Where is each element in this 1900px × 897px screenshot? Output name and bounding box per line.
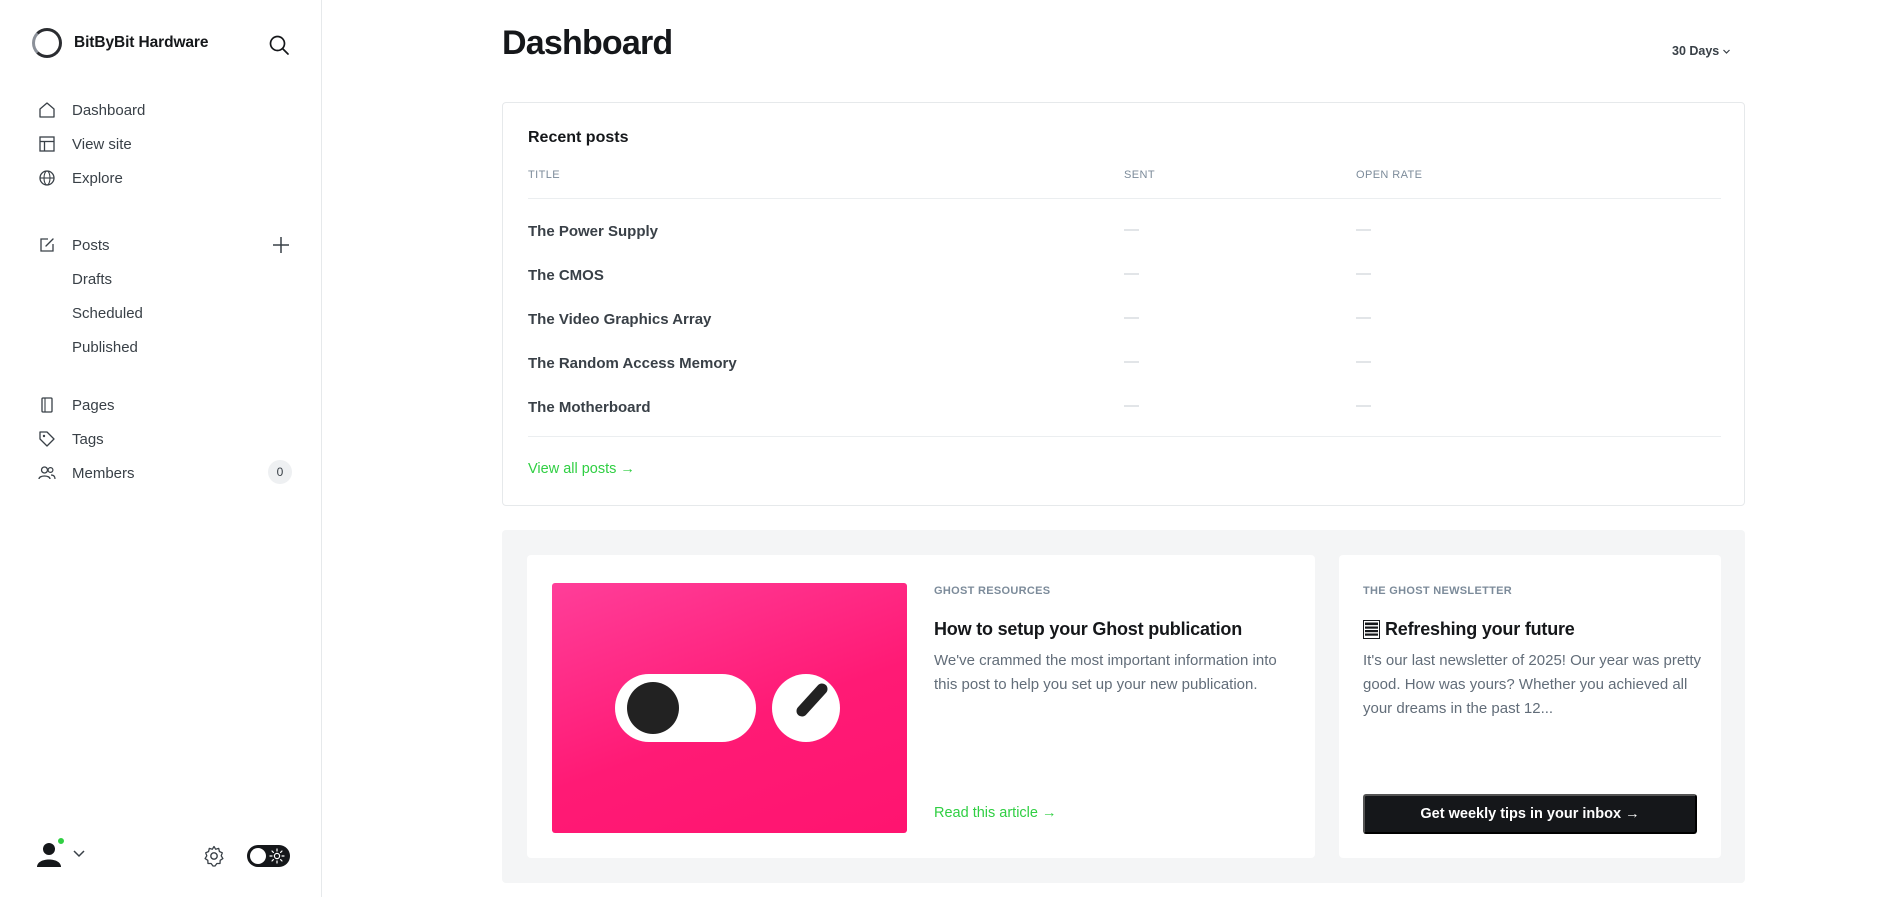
sidebar-item-tags[interactable]: Tags (38, 426, 104, 452)
layout-icon (39, 136, 55, 152)
recent-posts-card: Recent posts TITLE SENT OPEN RATE The Po… (502, 102, 1745, 506)
brand[interactable]: BitByBit Hardware (32, 28, 208, 58)
members-icon (38, 466, 56, 480)
chevron-down-icon (73, 850, 85, 858)
column-header-sent: SENT (1124, 169, 1155, 181)
members-count-badge: 0 (268, 460, 292, 484)
edit-icon (40, 238, 54, 252)
subscribe-newsletter-button[interactable]: Get weekly tips in your inbox → (1363, 794, 1697, 834)
post-open-rate: — (1356, 353, 1371, 370)
resource-thumbnail (552, 583, 907, 833)
table-row[interactable]: The Motherboard — — (528, 385, 1721, 429)
table-footer-divider (528, 436, 1721, 437)
resource-eyebrow: GHOST RESOURCES (934, 585, 1051, 597)
date-range-label: 30 Days (1672, 44, 1720, 58)
post-title: The Power Supply (528, 223, 659, 240)
sun-icon (269, 848, 285, 864)
sidebar-item-pages[interactable]: Pages (38, 392, 115, 418)
column-header-open-rate: OPEN RATE (1356, 169, 1423, 181)
view-all-posts-link[interactable]: View all posts → (528, 461, 635, 477)
newsletter-excerpt: It's our last newsletter of 2025! Our ye… (1363, 652, 1702, 717)
brand-logo-icon (32, 28, 62, 58)
table-row[interactable]: The Video Graphics Array — — (528, 297, 1721, 341)
sidebar-item-dashboard[interactable]: Dashboard (38, 97, 145, 123)
tag-icon (39, 431, 55, 447)
sidebar-item-label: Pages (72, 396, 115, 414)
toggle-knob (250, 848, 266, 864)
sidebar-item-label: Tags (72, 430, 104, 448)
search-icon[interactable] (268, 34, 290, 56)
post-title: The Random Access Memory (528, 355, 737, 372)
newsletter-title-wrap: Refreshing your future (1363, 619, 1575, 640)
sidebar: BitByBit Hardware Dashboard View site Ex… (0, 0, 322, 897)
sidebar-item-drafts[interactable]: Drafts (72, 267, 112, 291)
table-header-divider (528, 198, 1721, 199)
home-icon (39, 102, 55, 118)
resource-title: How to setup your Ghost publication (934, 619, 1242, 639)
sidebar-item-label: Explore (72, 169, 123, 187)
dark-mode-toggle[interactable] (247, 845, 290, 867)
post-title: The Motherboard (528, 399, 651, 416)
globe-icon (39, 170, 55, 186)
sidebar-item-explore[interactable]: Explore (38, 165, 123, 191)
brand-name: BitByBit Hardware (74, 34, 209, 51)
page-icon (41, 397, 53, 413)
resources-section: GHOST RESOURCES How to setup your Ghost … (502, 530, 1745, 883)
table-row[interactable]: The Random Access Memory — — (528, 341, 1721, 385)
newsletter-card: THE GHOST NEWSLETTER Refreshing your fut… (1339, 555, 1721, 858)
newsletter-title: Refreshing your future (1385, 619, 1575, 639)
table-row[interactable]: The Power Supply — — (528, 209, 1721, 253)
resource-excerpt: We've crammed the most important informa… (934, 652, 1277, 693)
gear-icon[interactable] (202, 844, 226, 868)
user-menu[interactable] (34, 836, 86, 868)
post-title: The Video Graphics Array (528, 311, 712, 328)
toggle-dial-illustration-icon (615, 674, 840, 742)
post-open-rate: — (1356, 265, 1371, 282)
avatar (34, 836, 66, 868)
ghost-resources-card[interactable]: GHOST RESOURCES How to setup your Ghost … (527, 555, 1315, 858)
sidebar-item-label: Dashboard (72, 101, 146, 119)
date-range-select[interactable]: 30 Days (1672, 44, 1731, 58)
sidebar-item-published[interactable]: Published (72, 335, 138, 359)
recent-posts-title: Recent posts (528, 129, 629, 146)
sidebar-item-label: View site (72, 135, 132, 153)
sidebar-item-members[interactable]: Members (38, 460, 135, 486)
post-sent: — (1124, 309, 1139, 326)
table-row[interactable]: The CMOS — — (528, 253, 1721, 297)
post-open-rate: — (1356, 221, 1371, 238)
newsletter-eyebrow: THE GHOST NEWSLETTER (1363, 585, 1512, 597)
sidebar-item-posts[interactable]: Posts (38, 232, 110, 258)
post-open-rate: — (1356, 397, 1371, 414)
sidebar-item-label: Members (72, 464, 135, 482)
newspaper-icon (1363, 620, 1380, 639)
add-post-icon[interactable] (270, 234, 292, 256)
sidebar-item-view-site[interactable]: View site (38, 131, 132, 157)
online-status-dot (56, 836, 66, 846)
chevron-down-icon (1723, 49, 1731, 54)
read-article-link[interactable]: Read this article → (934, 805, 1057, 821)
post-sent: — (1124, 397, 1139, 414)
post-title: The CMOS (528, 267, 604, 284)
post-sent: — (1124, 353, 1139, 370)
sidebar-item-label: Posts (72, 236, 110, 254)
post-open-rate: — (1356, 309, 1371, 326)
post-sent: — (1124, 221, 1139, 238)
column-header-title: TITLE (528, 169, 560, 181)
post-sent: — (1124, 265, 1139, 282)
sidebar-item-scheduled[interactable]: Scheduled (72, 301, 143, 325)
page-title: Dashboard (502, 24, 673, 62)
